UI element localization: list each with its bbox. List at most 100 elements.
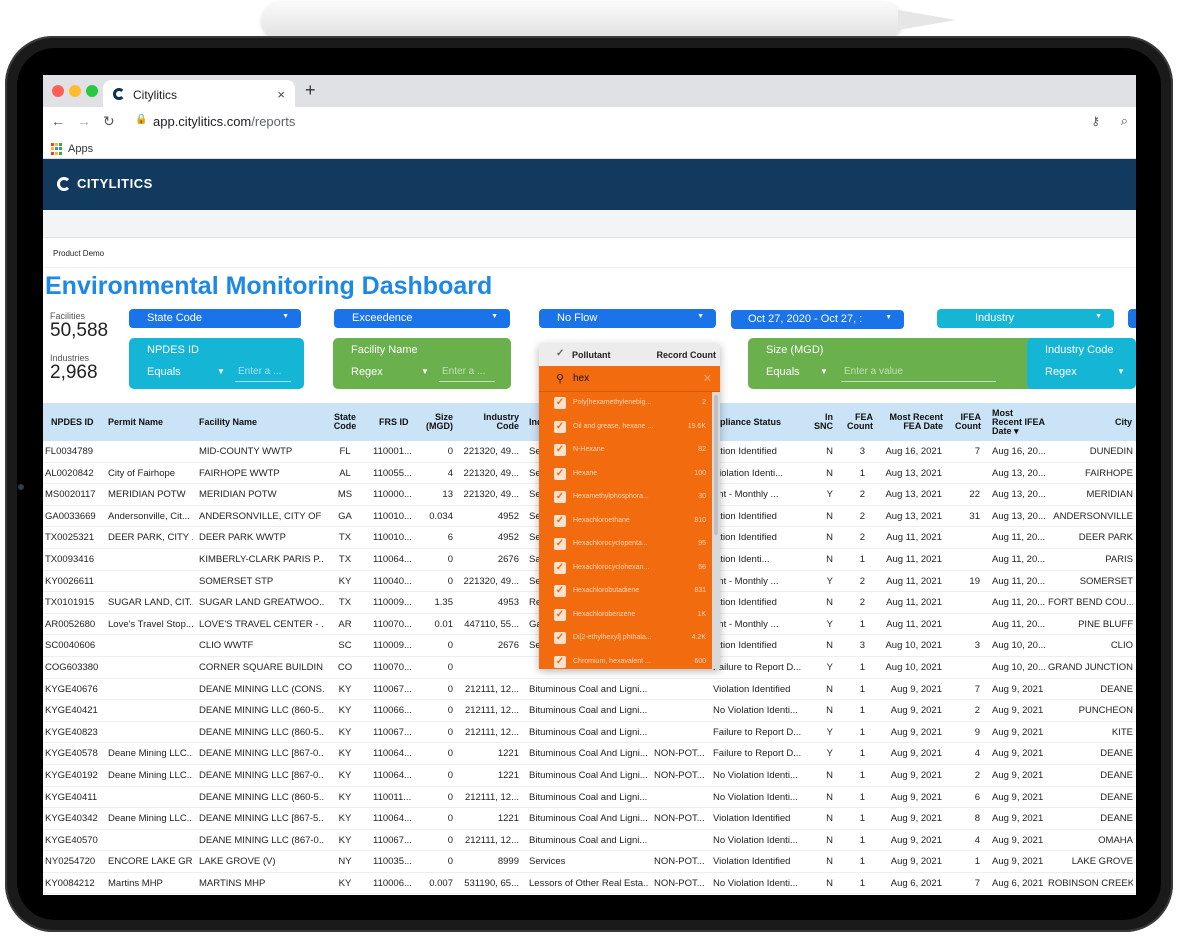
checkbox-checked-icon[interactable]: ✓ [554,397,566,409]
minimize-window-dot[interactable] [69,85,81,97]
table-row[interactable]: KYGE40411 DEANE MINING LLC (860-5... KY 110… [43,787,1136,809]
pollutant-option[interactable]: ✓ Hexachloroethane 810 [539,510,720,534]
table-row[interactable]: KY0084212 Martins MHP MARTINS MHP KY 110006.… [43,873,1136,895]
table-cell: DEANE MINING LLC (860-5... [199,791,324,803]
table-row[interactable]: NY0254720 ENCORE LAKE GR... LAKE GROVE (V)… [43,851,1136,873]
breadcrumb[interactable]: Product Demo [43,238,1136,268]
more-filter[interactable] [1128,309,1136,328]
table-cell: 31 [969,510,980,522]
checkbox-checked-icon[interactable]: ✓ [554,632,566,644]
tab-close-icon[interactable]: × [277,87,285,102]
table-cell: Aug 13, 20... [992,467,1046,479]
table-cell: SC0040606 [45,640,96,652]
table-cell: Aug 11, 2021 [886,553,942,565]
pollutant-option[interactable]: ✓ Hexachlorobenzene 1K [539,604,720,628]
col-most-recent-fea-date[interactable]: Most Recent FEA Date [883,403,943,441]
browser-tab[interactable]: Citylitics × [103,80,295,107]
pollutant-option[interactable]: ✓ Di[2-ethylhexyl] phthala... 4.2K [539,627,720,651]
checkbox-checked-icon[interactable]: ✓ [554,538,566,550]
facility-name-input[interactable]: Enter a ... [439,362,495,382]
select-all-check-icon[interactable]: ✓ [556,348,564,359]
date-range-filter[interactable]: Oct 27, 2020 - Oct 27, : ▼ [731,310,904,329]
maximize-window-dot[interactable] [86,85,98,97]
pollutant-option[interactable]: ✓ Chromium, hexavalent ... 600 [539,651,720,675]
key-icon[interactable]: ⚷ [1091,114,1100,128]
citylitics-logo[interactable]: CITYLITICS [57,176,153,191]
pollutant-option[interactable]: ✓ Poly[hexamethylenebig... 2 [539,392,720,416]
chevron-down-icon[interactable]: ▼ [421,367,429,376]
checkbox-checked-icon[interactable]: ✓ [554,655,566,668]
table-row[interactable]: KYGE40676 DEANE MINING LLC (CONS... KY 1100… [43,679,1136,701]
pollutant-option[interactable]: ✓ Hexamethylphosphora... 30 [539,486,720,510]
col-city[interactable]: City [1115,403,1132,441]
chevron-down-icon[interactable]: ▼ [820,367,828,376]
close-window-dot[interactable] [52,85,64,97]
pollutant-option[interactable]: ✓ Hexachlorobutadiene 831 [539,580,720,604]
checkbox-checked-icon[interactable]: ✓ [554,514,566,527]
pollutant-option-count: 100 [694,469,706,477]
table-cell: GA [338,510,352,522]
state-code-filter[interactable]: State Code ▼ [129,309,301,328]
table-row[interactable]: KYGE40578 Deane Mining LLC... DEANE MINING… [43,743,1136,765]
table-cell: TX [338,532,352,544]
forward-arrow-icon[interactable]: → [77,113,91,129]
table-cell: N [826,553,833,565]
zoom-icon[interactable]: ⌕ [1121,113,1128,129]
checkbox-checked-icon[interactable]: ✓ [554,608,566,621]
col-fea-count[interactable]: FEA Count [843,403,873,441]
col-size-mgd[interactable]: Size (MGD) [423,403,453,441]
checkbox-checked-icon[interactable]: ✓ [554,491,566,503]
table-cell: DEANE [1100,683,1133,695]
apps-bookmark[interactable]: Apps [68,143,93,155]
table-row[interactable]: KYGE40192 Deane Mining LLC... DEANE MINING… [43,765,1136,787]
npdes-id-input[interactable]: Enter a ... [235,362,291,382]
col-facility-name[interactable]: Facility Name [199,403,257,441]
col-state-code[interactable]: State Code [334,403,357,441]
size-operator-select[interactable]: Equals [766,366,800,378]
table-cell: Aug 9, 2021 [890,705,942,717]
facility-name-operator-select[interactable]: Regex [351,366,383,378]
table-cell: 110067... [373,726,412,738]
pollutant-option[interactable]: ✓ Hexachlorocyclohexan... 56 [539,557,720,581]
table-cell: 2 [859,489,865,501]
table-row[interactable]: KYGE40570 DEANE MINING LLC (867-0... KY 110… [43,830,1136,852]
col-most-recent-ifea-date[interactable]: Most Recent IFEA Date ▾ [992,403,1052,441]
no-flow-filter[interactable]: No Flow ▼ [539,309,716,328]
chevron-down-icon[interactable]: ▼ [217,367,225,376]
col-ifea-count[interactable]: IFEA Count [953,403,981,441]
col-industry-code[interactable]: Industry Code [481,403,519,441]
col-npdes-id[interactable]: NPDES ID [51,403,94,441]
clear-search-icon[interactable]: ✕ [703,372,712,385]
table-cell: CLIO [1110,640,1133,652]
pollutant-option[interactable]: ✓ Hexachlorocyclopenta... 95 [539,533,720,557]
reload-icon[interactable]: ↻ [103,113,115,130]
table-row[interactable]: KYGE40342 Deane Mining LLC... DEANE MINING… [43,808,1136,830]
url-field[interactable]: app.citylitics.com/reports [153,114,295,129]
table-row[interactable]: KYGE40421 DEANE MINING LLC (860-5... KY 110… [43,700,1136,722]
industry-filter[interactable]: Industry ▼ [937,309,1114,328]
apps-grid-icon[interactable] [51,143,63,155]
pollutant-option[interactable]: ✓ N-Hexane 82 [539,439,720,463]
col-permit-name[interactable]: Permit Name [108,403,163,441]
exceedence-filter[interactable]: Exceedence ▼ [334,309,510,328]
checkbox-checked-icon[interactable]: ✓ [554,467,566,480]
checkbox-checked-icon[interactable]: ✓ [554,420,566,433]
col-frs-id[interactable]: FRS ID [379,403,409,441]
pollutant-search-input[interactable]: hex [573,373,589,384]
new-tab-button[interactable]: + [305,80,316,101]
table-row[interactable]: KYGE40823 DEANE MINING LLC (860-5... KY 110… [43,722,1136,744]
chevron-down-icon: ▼ [1095,313,1102,320]
size-mgd-input[interactable]: Enter a value [841,362,996,382]
col-in-snc[interactable]: In SNC [814,403,833,441]
checkbox-checked-icon[interactable]: ✓ [554,561,566,574]
col-compliance-status[interactable]: pliance Status [720,403,781,441]
npdes-operator-select[interactable]: Equals [147,366,181,378]
industry-code-operator-select[interactable]: Regex [1045,366,1077,378]
checkbox-checked-icon[interactable]: ✓ [554,444,566,456]
pollutant-option[interactable]: ✓ Hexane 100 [539,463,720,487]
back-arrow-icon[interactable]: ← [51,113,65,129]
chevron-down-icon[interactable]: ▼ [1117,367,1125,376]
facilities-stat: Facilities 50,588 [50,311,108,341]
checkbox-checked-icon[interactable]: ✓ [554,585,566,597]
pollutant-option[interactable]: ✓ Oil and grease, hexane ... 19.6K [539,416,720,440]
